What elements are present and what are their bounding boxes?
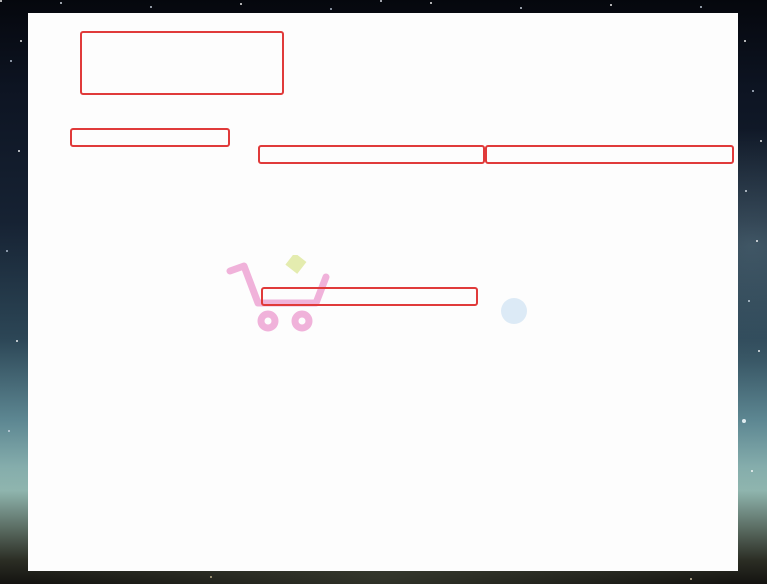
desktop-background: { "colors": { "highlight_red": "#e03a3a"… xyxy=(0,0,767,584)
report-panel xyxy=(28,13,738,571)
background-stars xyxy=(0,0,2,2)
statistics-table xyxy=(28,13,738,571)
